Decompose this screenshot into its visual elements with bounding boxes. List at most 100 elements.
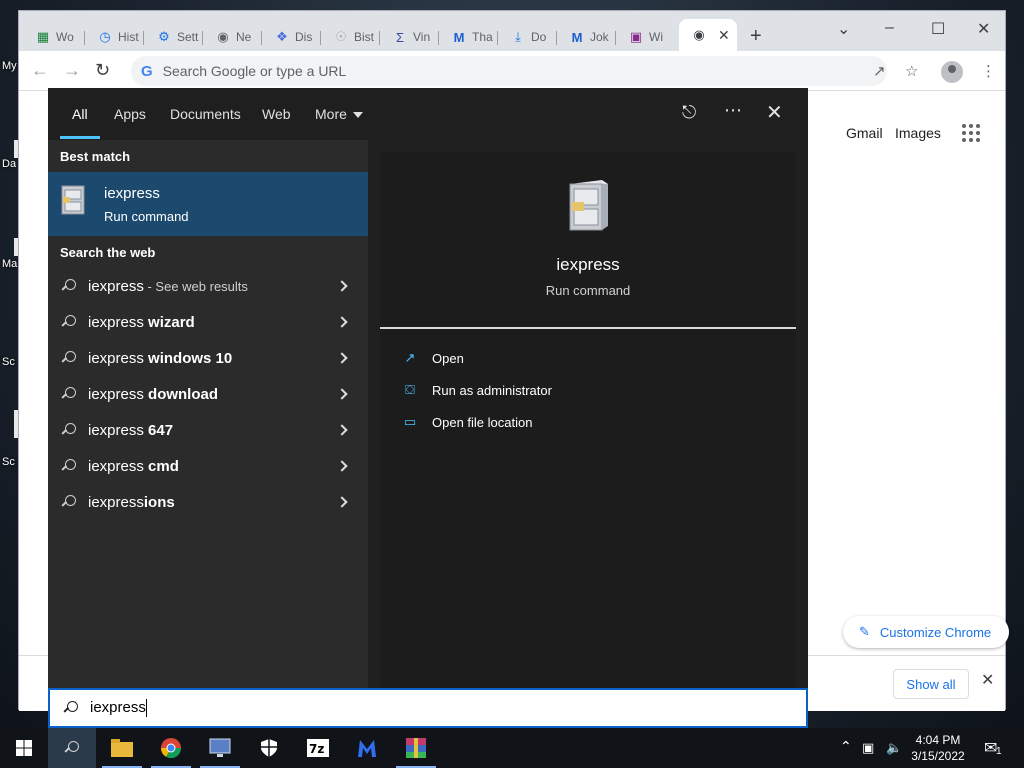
active-browser-tab[interactable]: ◉ ✕ bbox=[679, 19, 737, 51]
network-icon[interactable]: ▣ bbox=[862, 740, 874, 756]
browser-toolbar: ← → ↻ G Search Google or type a URL ↗ ☆ … bbox=[19, 51, 1005, 91]
web-result[interactable]: iexpress 647 bbox=[48, 412, 368, 448]
back-icon[interactable]: ← bbox=[31, 60, 49, 81]
taskbar-security[interactable] bbox=[245, 728, 293, 768]
malwarebytes-icon bbox=[358, 740, 376, 757]
forward-icon[interactable]: → bbox=[63, 60, 81, 81]
malwarebytes-icon: M bbox=[453, 29, 465, 45]
tab-more[interactable]: More bbox=[315, 106, 363, 122]
search-input[interactable]: iexpress bbox=[48, 688, 808, 728]
minimize-button[interactable]: – bbox=[885, 19, 894, 37]
browser-tab[interactable]: ◉ Ne bbox=[205, 25, 261, 49]
sigma-icon: Σ bbox=[395, 29, 405, 45]
gmail-link[interactable]: Gmail bbox=[846, 125, 883, 141]
web-result[interactable]: iexpress wizard bbox=[48, 304, 368, 340]
browser-tab[interactable]: ☉ Bist bbox=[323, 25, 379, 49]
file-cabinet-icon bbox=[569, 180, 608, 231]
browser-tab[interactable]: M Jok bbox=[559, 25, 615, 49]
taskbar-7zip[interactable]: 7z bbox=[294, 728, 342, 768]
browser-tab[interactable]: M Tha bbox=[441, 25, 497, 49]
browser-tab[interactable]: ▦ Wo bbox=[25, 25, 81, 49]
best-match-item[interactable]: iexpress Run command bbox=[48, 172, 368, 236]
action-open[interactable]: ↗ Open bbox=[402, 350, 464, 366]
query-text: iexpress bbox=[90, 698, 146, 716]
close-window-button[interactable]: ✕ bbox=[977, 19, 990, 39]
browser-tab[interactable]: Σ Vin bbox=[382, 25, 438, 49]
bist-icon: ☉ bbox=[335, 29, 347, 44]
tab-more-label: More bbox=[315, 106, 347, 122]
volume-icon[interactable]: 🔈 bbox=[886, 740, 902, 756]
google-apps-icon[interactable] bbox=[962, 124, 980, 142]
reload-icon[interactable]: ↻ bbox=[95, 60, 110, 81]
web-result[interactable]: iexpress cmd bbox=[48, 448, 368, 484]
pencil-icon: ✎ bbox=[859, 624, 870, 639]
tab-separator bbox=[320, 31, 321, 45]
web-result[interactable]: iexpress download bbox=[48, 376, 368, 412]
action-run-as-admin[interactable]: ⛋ Run as administrator bbox=[402, 382, 552, 398]
web-result[interactable]: iexpress windows 10 bbox=[48, 340, 368, 376]
customize-chrome-button[interactable]: ✎ Customize Chrome bbox=[843, 616, 1009, 648]
close-tab-icon[interactable]: ✕ bbox=[718, 27, 730, 44]
bookmark-star-icon[interactable]: ☆ bbox=[905, 62, 918, 80]
taskbar-search-button[interactable] bbox=[48, 728, 96, 768]
tab-label: Bist bbox=[354, 30, 375, 44]
taskbar-malwarebytes[interactable] bbox=[343, 728, 391, 768]
google-g-icon: G bbox=[141, 62, 153, 80]
web-result-bold: 647 bbox=[148, 421, 174, 439]
chevron-right-icon bbox=[336, 460, 348, 472]
chrome-icon bbox=[160, 738, 182, 759]
web-result[interactable]: iexpressions bbox=[48, 484, 368, 520]
maximize-button[interactable]: ☐ bbox=[931, 19, 945, 39]
desktop-label-ma: Ma bbox=[2, 258, 18, 270]
tab-separator bbox=[84, 31, 85, 45]
more-vert-icon[interactable]: ⋮ bbox=[981, 62, 996, 80]
start-button[interactable] bbox=[0, 728, 48, 768]
browser-tab[interactable]: ⚙ Sett bbox=[146, 25, 202, 49]
omnibox[interactable]: G Search Google or type a URL bbox=[131, 56, 887, 86]
chevron-up-icon[interactable]: ⌃ bbox=[840, 738, 852, 755]
windows-logo-icon bbox=[16, 740, 32, 756]
tab-apps[interactable]: Apps bbox=[114, 106, 146, 122]
tab-separator bbox=[143, 31, 144, 45]
images-link[interactable]: Images bbox=[895, 125, 941, 141]
taskbar-winrar[interactable] bbox=[392, 728, 440, 768]
browser-tab[interactable]: ▣ Wi bbox=[618, 25, 674, 49]
web-result[interactable]: iexpress - See web results bbox=[48, 268, 368, 304]
new-tab-button[interactable]: + bbox=[750, 25, 762, 48]
chevron-right-icon bbox=[336, 496, 348, 508]
tab-all[interactable]: All bbox=[72, 106, 88, 122]
action-label: Run as administrator bbox=[432, 382, 552, 398]
tab-separator bbox=[438, 31, 439, 45]
preview-title: iexpress bbox=[556, 255, 620, 274]
more-options-icon[interactable]: ⋯ bbox=[724, 100, 742, 121]
omnibox-placeholder: Search Google or type a URL bbox=[162, 63, 347, 79]
action-open-file-location[interactable]: ▭ Open file location bbox=[402, 414, 533, 430]
tab-separator bbox=[497, 31, 498, 45]
clock-date: 3/15/2022 bbox=[911, 749, 965, 763]
folder-icon bbox=[111, 739, 133, 757]
search-query: iexpress bbox=[90, 698, 147, 718]
tab-label: Wo bbox=[56, 30, 74, 44]
file-cabinet-icon bbox=[61, 185, 85, 215]
clock[interactable]: 4:04 PM 3/15/2022 bbox=[908, 732, 968, 764]
profile-avatar-icon[interactable] bbox=[941, 61, 963, 83]
web-result-bold: windows 10 bbox=[148, 349, 233, 367]
taskbar-app-window[interactable] bbox=[196, 728, 244, 768]
taskbar-chrome[interactable] bbox=[147, 728, 195, 768]
share-icon[interactable]: ↗ bbox=[873, 62, 886, 80]
taskbar-file-explorer[interactable] bbox=[98, 728, 146, 768]
tab-separator bbox=[261, 31, 262, 45]
close-download-bar-icon[interactable]: ✕ bbox=[981, 670, 994, 690]
browser-tab[interactable]: ◷ Hist bbox=[87, 25, 143, 49]
close-icon[interactable]: ✕ bbox=[766, 100, 783, 125]
notification-count-badge: 1 bbox=[996, 746, 1002, 757]
browser-tab[interactable]: ❖ Dis bbox=[264, 25, 320, 49]
feedback-icon[interactable]: ⎋ bbox=[682, 102, 696, 123]
tab-search-icon[interactable]: ⌄ bbox=[837, 19, 850, 39]
tab-documents[interactable]: Documents bbox=[170, 106, 241, 122]
show-all-button[interactable]: Show all bbox=[893, 669, 969, 699]
tab-web[interactable]: Web bbox=[262, 106, 291, 122]
browser-tab[interactable]: ⤓ Do bbox=[500, 25, 556, 49]
shield-icon bbox=[261, 739, 277, 757]
search-web-header: Search the web bbox=[60, 245, 156, 260]
